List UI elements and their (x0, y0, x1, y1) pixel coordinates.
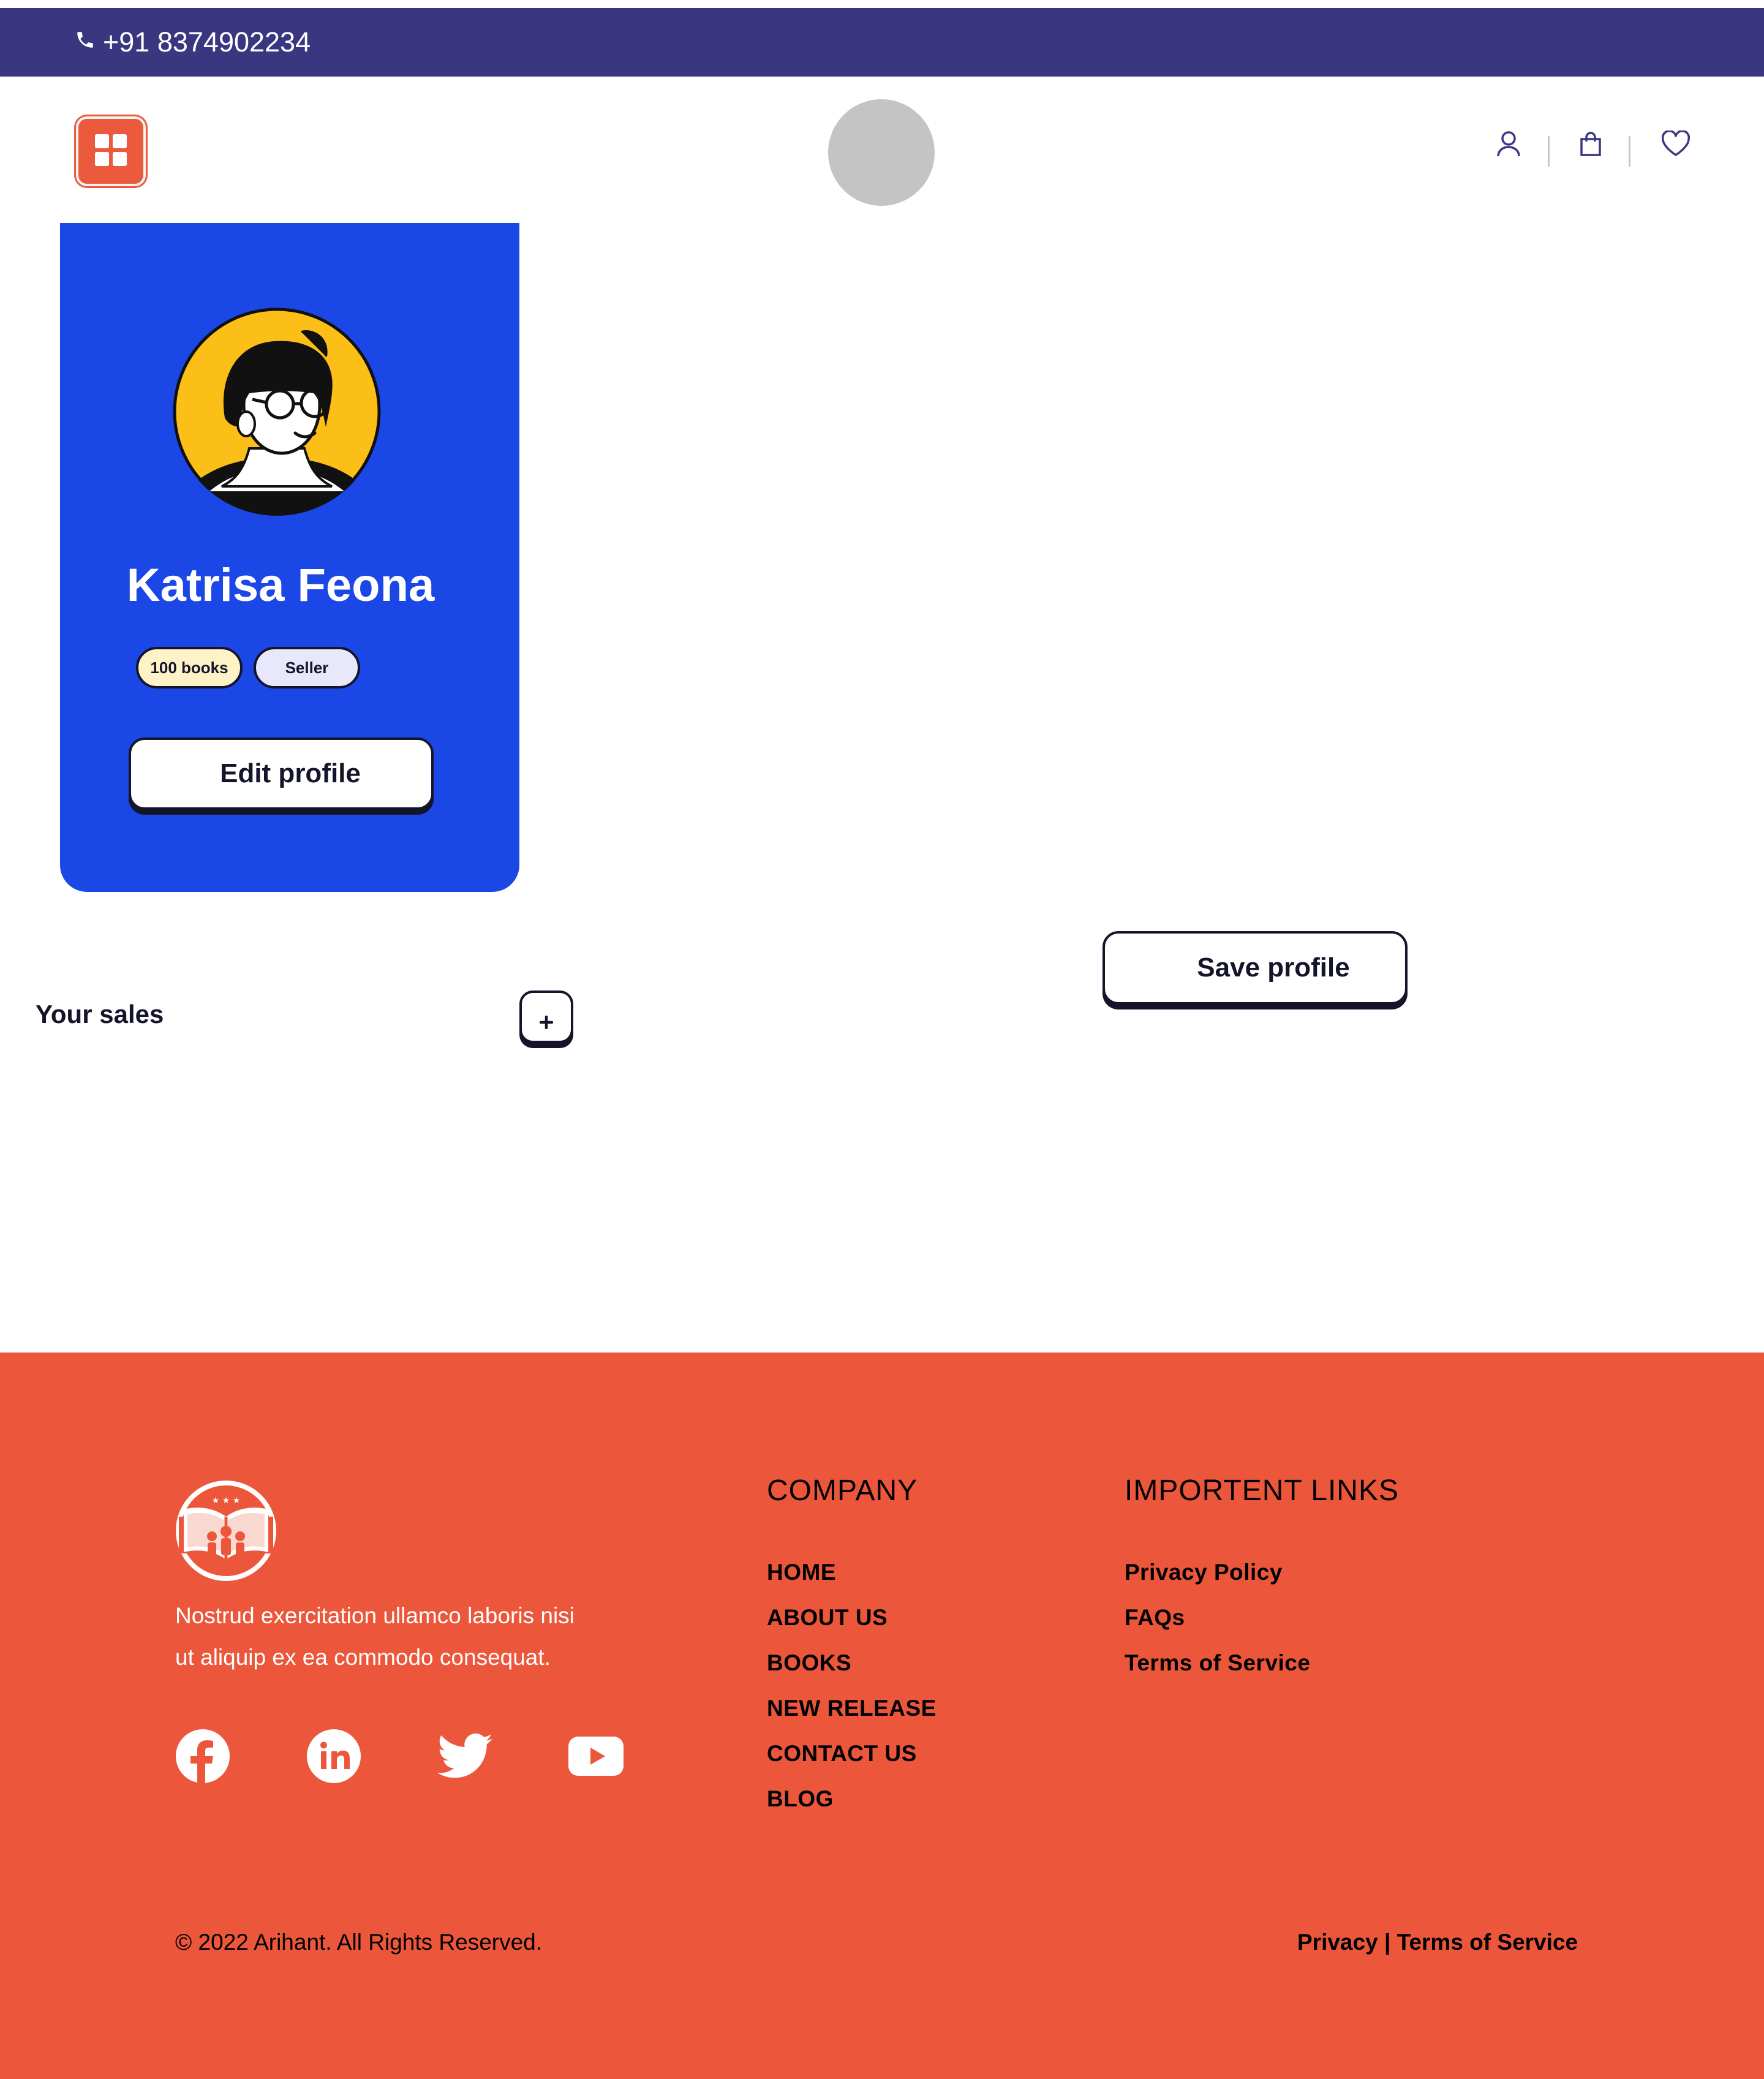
role-badge: Seller (254, 647, 360, 689)
linkedin-icon[interactable] (306, 1729, 361, 1784)
profile-name: Katrisa Feona (126, 559, 435, 611)
avatar (173, 308, 381, 516)
user-icon[interactable] (1493, 129, 1524, 159)
copyright-text: © 2022 Arihant. All Rights Reserved. (175, 1930, 543, 1955)
legal-links: Privacy | Terms of Service (1297, 1930, 1578, 1955)
plus-icon (539, 1015, 554, 1032)
footer-link-faqs[interactable]: FAQs (1125, 1601, 1310, 1647)
twitter-icon[interactable] (437, 1729, 492, 1784)
company-heading: COMPANY (767, 1474, 918, 1507)
footer-link-contact-us[interactable]: CONTACT US (767, 1737, 937, 1783)
shopping-bag-icon[interactable] (1575, 129, 1606, 159)
header-divider (1548, 136, 1550, 167)
edit-profile-button[interactable]: Edit profile (129, 738, 434, 810)
company-links: HOME ABOUT US BOOKS NEW RELEASE CONTACT … (767, 1556, 937, 1828)
footer-link-new-release[interactable]: NEW RELEASE (767, 1692, 937, 1737)
phone-contact[interactable]: +91 8374902234 (75, 8, 311, 77)
footer-link-books[interactable]: BOOKS (767, 1647, 937, 1692)
footer-description-line: Nostrud exercitation ullamco laboris nis… (175, 1603, 575, 1628)
grid-icon (94, 133, 128, 170)
phone-number: +91 8374902234 (103, 26, 311, 58)
legal-terms-link[interactable]: Terms of Service (1397, 1930, 1578, 1955)
footer-link-home[interactable]: HOME (767, 1556, 937, 1601)
legal-privacy-link[interactable]: Privacy (1297, 1930, 1378, 1955)
heart-icon[interactable] (1659, 129, 1693, 159)
footer-link-privacy-policy[interactable]: Privacy Policy (1125, 1556, 1310, 1601)
footer-description: Nostrud exercitation ullamco laboris nis… (175, 1595, 641, 1678)
add-sale-button[interactable] (519, 990, 573, 1043)
footer-link-about-us[interactable]: ABOUT US (767, 1601, 937, 1647)
svg-text:★ ★ ★: ★ ★ ★ (212, 1496, 241, 1506)
youtube-icon[interactable] (568, 1729, 624, 1784)
books-count-badge: 100 books (136, 647, 243, 689)
phone-icon (75, 26, 103, 58)
facebook-icon[interactable] (175, 1729, 230, 1784)
save-profile-button[interactable]: Save profile (1102, 931, 1408, 1005)
footer-link-terms[interactable]: Terms of Service (1125, 1647, 1310, 1692)
menu-button[interactable] (76, 116, 146, 186)
important-links: Privacy Policy FAQs Terms of Service (1125, 1556, 1310, 1692)
footer-link-blog[interactable]: BLOG (767, 1783, 937, 1828)
footer-logo[interactable]: ★ ★ ★ (175, 1480, 277, 1582)
sales-section-title: Your sales (36, 1000, 164, 1028)
site-logo-placeholder[interactable] (828, 99, 935, 206)
header-divider (1629, 136, 1630, 167)
footer-description-line: ut aliquip ex ea commodo consequat. (175, 1645, 551, 1670)
important-links-heading: IMPORTENT LINKS (1125, 1474, 1399, 1507)
legal-separator: | (1384, 1930, 1391, 1955)
